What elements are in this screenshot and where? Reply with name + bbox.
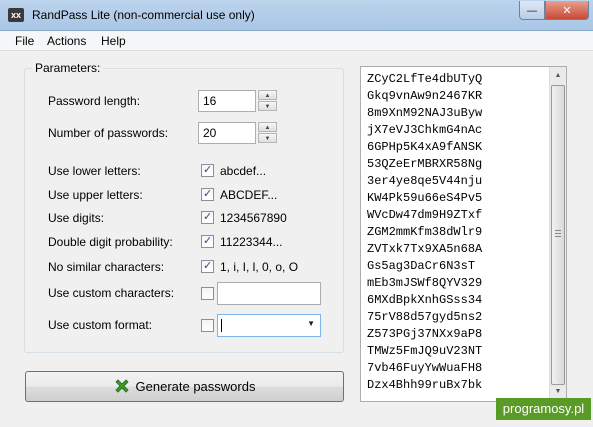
password-list[interactable]: ZCyC2LfTe4dbUTyQ Gkq9vnAw9n2467KR 8m9XnM… <box>360 66 567 402</box>
scroll-thumb[interactable] <box>551 85 565 385</box>
number-of-passwords-input[interactable]: 20 <box>198 122 256 144</box>
title-bar[interactable]: xx RandPass Lite (non-commercial use onl… <box>0 0 593 31</box>
password-length-label: Password length: <box>48 94 141 108</box>
generate-icon <box>114 378 129 393</box>
close-button[interactable]: ✕ <box>545 1 589 20</box>
text-caret <box>221 319 222 332</box>
double-digit-example: 11223344... <box>220 235 283 249</box>
custom-characters-label: Use custom characters: <box>48 286 175 300</box>
double-digit-label: Double digit probability: <box>48 235 173 249</box>
list-item[interactable]: Z573PGj37NXx9aP8 <box>367 326 482 343</box>
spin-down-icon[interactable]: ▼ <box>258 133 277 143</box>
digits-label: Use digits: <box>48 211 105 225</box>
window-title: RandPass Lite (non-commercial use only) <box>32 8 255 22</box>
list-item[interactable]: mEb3mJSWf8QYV329 <box>367 275 482 292</box>
spin-up-icon[interactable]: ▲ <box>258 90 277 100</box>
no-similar-checkbox[interactable]: ✓ <box>201 259 214 273</box>
digits-checkbox[interactable]: ✓ <box>201 210 214 224</box>
list-item[interactable]: 6GPHp5K4xA9fANSK <box>367 139 482 156</box>
custom-characters-input[interactable] <box>217 282 321 305</box>
list-item[interactable]: KW4Pk59u66eS4Pv5 <box>367 190 482 207</box>
custom-format-combo[interactable]: ▼ <box>217 314 321 337</box>
checkmark-icon: ✓ <box>203 259 213 272</box>
grip-line <box>555 236 561 237</box>
upper-letters-checkbox[interactable]: ✓ <box>201 187 214 201</box>
list-item[interactable]: Gs5ag3DaCr6N3sT <box>367 258 475 275</box>
scroll-up-icon[interactable]: ▲ <box>550 67 566 84</box>
double-digit-checkbox[interactable]: ✓ <box>201 234 214 248</box>
list-item[interactable]: 75rV88d57gyd5ns2 <box>367 309 482 326</box>
app-window: xx RandPass Lite (non-commercial use onl… <box>0 0 593 427</box>
generate-passwords-button[interactable]: Generate passwords <box>25 371 344 402</box>
lower-letters-example: abcdef... <box>220 164 267 178</box>
list-item[interactable]: 8m9XnM92NAJ3uByw <box>367 105 482 122</box>
checkmark-icon: ✓ <box>203 163 213 176</box>
password-length-stepper[interactable]: ▲ ▼ <box>258 90 278 112</box>
list-item[interactable]: TMWz5FmJQ9uV23NT <box>367 343 482 360</box>
list-item[interactable]: Dzx4Bhh99ruBx7bk <box>367 377 482 394</box>
password-length-input[interactable]: 16 <box>198 90 256 112</box>
minimize-icon: — <box>526 3 538 17</box>
list-item[interactable]: jX7eVJ3ChkmG4nAc <box>367 122 482 139</box>
generate-passwords-label: Generate passwords <box>135 379 256 394</box>
menu-help[interactable]: Help <box>101 34 126 48</box>
no-similar-example: 1, i, I, l, 0, o, O <box>220 260 299 274</box>
list-item[interactable]: 53QZeErMBRXR58Ng <box>367 156 482 173</box>
lower-letters-checkbox[interactable]: ✓ <box>201 163 214 177</box>
checkmark-icon: ✓ <box>203 210 213 223</box>
digits-example: 1234567890 <box>220 211 287 225</box>
number-of-passwords-stepper[interactable]: ▲ ▼ <box>258 122 278 144</box>
list-item[interactable]: 3er4ye8qe5V44nju <box>367 173 482 190</box>
spin-up-icon[interactable]: ▲ <box>258 122 277 132</box>
no-similar-label: No similar characters: <box>48 260 165 274</box>
checkmark-icon: ✓ <box>203 187 213 200</box>
custom-format-checkbox[interactable] <box>201 319 214 332</box>
menu-actions[interactable]: Actions <box>47 34 86 48</box>
checkmark-icon: ✓ <box>203 234 213 247</box>
parameters-title: Parameters: <box>32 61 104 75</box>
app-icon: xx <box>8 8 24 22</box>
number-of-passwords-label: Number of passwords: <box>48 126 169 140</box>
close-icon: ✕ <box>562 3 572 17</box>
list-item[interactable]: 7vb46FuyYwWuaFH8 <box>367 360 482 377</box>
minimize-button[interactable]: — <box>519 1 545 20</box>
grip-line <box>555 233 561 234</box>
password-list-scrollbar[interactable]: ▲ ▼ <box>549 67 566 401</box>
menu-bar: File Actions Help <box>0 31 593 51</box>
upper-letters-example: ABCDEF... <box>220 188 278 202</box>
upper-letters-label: Use upper letters: <box>48 188 143 202</box>
lower-letters-label: Use lower letters: <box>48 164 141 178</box>
menu-file[interactable]: File <box>15 34 34 48</box>
list-item[interactable]: Gkq9vnAw9n2467KR <box>367 88 482 105</box>
custom-characters-checkbox[interactable] <box>201 287 214 300</box>
list-item[interactable]: ZVTxk7Tx9XA5n68A <box>367 241 482 258</box>
chevron-down-icon[interactable]: ▼ <box>307 319 315 328</box>
list-item[interactable]: 6MXdBpkXnhGSss34 <box>367 292 482 309</box>
list-item[interactable]: ZGM2mmKfm38dWlr9 <box>367 224 482 241</box>
list-item[interactable]: ZCyC2LfTe4dbUTyQ <box>367 71 482 88</box>
grip-line <box>555 230 561 231</box>
spin-down-icon[interactable]: ▼ <box>258 101 277 111</box>
custom-format-label: Use custom format: <box>48 318 153 332</box>
list-item[interactable]: WVcDw47dm9H9ZTxf <box>367 207 482 224</box>
watermark: programosy.pl <box>496 398 591 420</box>
